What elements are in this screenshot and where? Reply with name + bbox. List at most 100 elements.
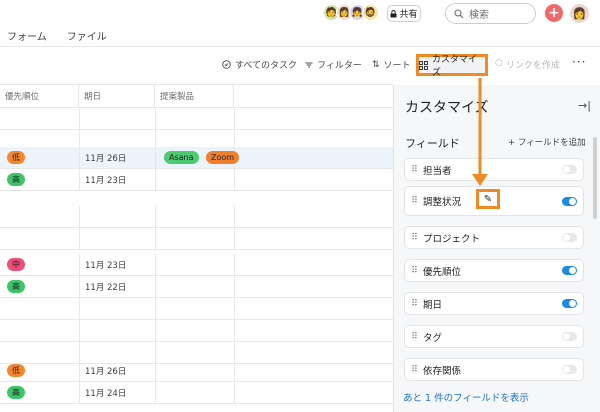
- field-label: 優先順位: [423, 266, 462, 278]
- field-label: タグ: [423, 332, 443, 344]
- due-date[interactable]: 11月 22日: [85, 281, 126, 293]
- cell-divider: [155, 108, 156, 130]
- column-header-products[interactable]: 提案製品: [155, 85, 234, 107]
- sort-button[interactable]: ⇅ ソート: [372, 58, 411, 72]
- priority-badge[interactable]: 低: [7, 151, 25, 164]
- due-date[interactable]: 11月 24日: [85, 387, 126, 399]
- cell-divider: [155, 276, 156, 298]
- tab-form[interactable]: フォーム: [7, 28, 47, 43]
- due-date[interactable]: 11月 23日: [85, 174, 126, 186]
- cell-divider: [155, 298, 156, 320]
- show-more-fields-link[interactable]: あと 1 件のフィールドを表示: [403, 390, 529, 404]
- field-visibility-toggle[interactable]: [562, 233, 577, 242]
- due-date[interactable]: 11月 26日: [85, 152, 126, 164]
- cell-divider: [79, 276, 80, 298]
- table-row[interactable]: 高 11月 22日: [0, 276, 393, 298]
- table-row[interactable]: [0, 206, 393, 228]
- cell-divider: [155, 206, 156, 228]
- field-visibility-toggle[interactable]: [562, 299, 577, 308]
- user-avatar[interactable]: 👩: [570, 4, 589, 23]
- filter-button[interactable]: フィルター: [305, 58, 362, 71]
- cell-divider: [234, 228, 235, 250]
- field-row[interactable]: ⠿ 担当者: [404, 158, 584, 181]
- share-label: 共有: [399, 10, 418, 20]
- cell-divider: [155, 254, 156, 276]
- priority-badge[interactable]: 高: [7, 173, 25, 186]
- column-header-priority[interactable]: 優先順位: [0, 85, 79, 107]
- drag-handle-icon[interactable]: ⠿: [405, 196, 423, 206]
- drag-handle-icon[interactable]: ⠿: [405, 233, 423, 243]
- cell-divider: [79, 228, 80, 250]
- table-row[interactable]: 高 11月 23日: [0, 169, 393, 191]
- cell-divider: [79, 382, 80, 404]
- drag-handle-icon[interactable]: ⠿: [405, 266, 423, 276]
- due-date[interactable]: 11月 26日: [85, 365, 126, 377]
- cell-divider: [155, 382, 156, 404]
- product-tag[interactable]: Zoom: [206, 151, 240, 164]
- field-visibility-toggle[interactable]: [562, 332, 577, 341]
- table-row[interactable]: [0, 320, 393, 342]
- search-icon: [454, 8, 464, 18]
- table-row[interactable]: 高 11月 24日: [0, 382, 393, 404]
- edit-field-icon[interactable]: ✎: [476, 189, 500, 209]
- cell-divider: [234, 276, 235, 298]
- cell-divider: [155, 320, 156, 342]
- priority-badge[interactable]: 低: [7, 364, 25, 377]
- customize-button[interactable]: カスタマイズ: [416, 54, 488, 78]
- share-button[interactable]: 共有: [387, 5, 421, 22]
- product-tag[interactable]: Asana: [164, 151, 199, 164]
- column-header-due-date[interactable]: 期日: [79, 85, 155, 107]
- priority-badge[interactable]: 中: [7, 258, 25, 271]
- panel-title: カスタマイズ: [405, 100, 489, 116]
- cell-divider: [79, 360, 80, 382]
- cell-divider: [234, 320, 235, 342]
- view-toolbar: すべてのタスク フィルター ⇅ ソート カスタマイズ ○ リンクを作成 ···: [0, 54, 600, 78]
- drag-handle-icon[interactable]: ⠿: [405, 365, 423, 375]
- table-row[interactable]: [0, 298, 393, 320]
- search-input[interactable]: 検索: [445, 3, 536, 24]
- cell-divider: [79, 320, 80, 342]
- table-row[interactable]: [0, 228, 393, 250]
- field-visibility-toggle[interactable]: [562, 365, 577, 374]
- collapse-panel-icon[interactable]: →|: [578, 99, 591, 112]
- priority-badge[interactable]: 高: [7, 386, 25, 399]
- drag-handle-icon[interactable]: ⠿: [405, 299, 423, 309]
- tab-files[interactable]: ファイル: [67, 28, 107, 43]
- field-visibility-toggle[interactable]: [562, 266, 577, 275]
- link-icon: ○: [495, 58, 503, 68]
- collaborator-avatars[interactable]: 🧑 👩 👧 🧔: [323, 4, 379, 21]
- customize-panel: カスタマイズ →| フィールド + フィールドを追加 ⠿ 担当者 ⠿ 調整状況 ✎ ⠿ プロ…: [393, 85, 600, 412]
- add-field-button[interactable]: + フィールドを追加: [508, 136, 586, 148]
- priority-badge[interactable]: 高: [7, 280, 25, 293]
- search-placeholder: 検索: [469, 10, 489, 21]
- toggle-knob: [569, 300, 576, 307]
- field-row[interactable]: ⠿ 優先順位: [404, 259, 584, 282]
- table-row[interactable]: 低 11月 26日 Asana Zoom: [0, 147, 393, 169]
- field-label: 依存関係: [423, 365, 462, 377]
- field-row[interactable]: ⠿ 期日: [404, 292, 584, 315]
- table-row[interactable]: 低 11月 26日: [0, 360, 393, 382]
- field-row[interactable]: ⠿ プロジェクト: [404, 226, 584, 249]
- table-row[interactable]: [0, 108, 393, 130]
- due-date[interactable]: 11月 23日: [85, 259, 126, 271]
- all-tasks-button[interactable]: すべてのタスク: [222, 58, 297, 71]
- field-visibility-toggle[interactable]: [562, 165, 577, 174]
- cell-divider: [234, 298, 235, 320]
- avatar[interactable]: 🧔: [362, 4, 379, 21]
- filter-icon: [305, 62, 313, 67]
- field-row[interactable]: ⠿ タグ: [404, 325, 584, 348]
- field-row[interactable]: ⠿ 依存関係: [404, 358, 584, 381]
- fields-heading: フィールド: [405, 137, 460, 150]
- field-visibility-toggle[interactable]: [562, 197, 577, 206]
- scrollbar[interactable]: [593, 137, 597, 219]
- project-tabs: フォーム ファイル: [7, 28, 107, 43]
- create-link-button[interactable]: ○ リンクを作成: [495, 58, 560, 71]
- drag-handle-icon[interactable]: ⠿: [405, 332, 423, 342]
- quick-add-button[interactable]: +: [545, 4, 563, 22]
- drag-handle-icon[interactable]: ⠿: [405, 165, 423, 175]
- cell-divider: [234, 108, 235, 130]
- cell-divider: [79, 206, 80, 228]
- field-row[interactable]: ⠿ 調整状況 ✎: [404, 186, 584, 216]
- more-options-button[interactable]: ···: [572, 55, 586, 69]
- table-row[interactable]: 中 11月 23日: [0, 254, 393, 276]
